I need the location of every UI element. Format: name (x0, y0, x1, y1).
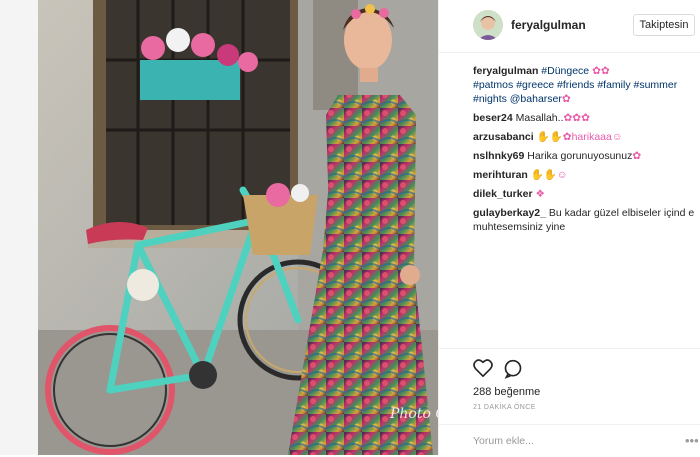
comment-username[interactable]: dilek_turker (473, 188, 533, 200)
caption-hashtags-line[interactable]: #patmos #greece #friends #family #summer (473, 79, 677, 91)
caption-username[interactable]: feryalgulman (473, 65, 538, 77)
comment-item: arzusabanci ✋✋✿harikaaa☺ (473, 130, 699, 144)
heart-icon[interactable] (473, 359, 493, 382)
likes-count[interactable]: 288 beğenme (473, 386, 540, 398)
comment-text: Harika gorunuyosunuz (527, 150, 633, 162)
avatar[interactable] (473, 10, 503, 40)
comment-emoji: ✿✿✿ (563, 112, 590, 124)
caption-hashtag[interactable]: #Düngece (541, 65, 589, 77)
comment-text: Masallah.. (515, 112, 564, 124)
comment-emoji: ✋✋☺ (530, 169, 568, 181)
comment-username[interactable]: arzusabanci (473, 131, 534, 143)
caption: feryalgulman #Düngece ✿✿ #patmos #greece… (473, 64, 699, 106)
comments-list: feryalgulman #Düngece ✿✿ #patmos #greece… (473, 64, 699, 239)
comment-item: nslhnky69 Harika gorunuyosunuz✿ (473, 149, 699, 163)
more-options-icon[interactable]: ••• (685, 433, 699, 448)
comment-username[interactable]: merihturan (473, 169, 528, 181)
comment-username[interactable]: gulayberkay2_ (473, 207, 546, 219)
comment-item: merihturan ✋✋☺ (473, 168, 699, 182)
comment-input[interactable]: Yorum ekle... (473, 435, 534, 447)
photo-illustration: Photo Gut (38, 0, 438, 455)
post-timestamp: 21 DAKİKA ÖNCE (473, 404, 536, 411)
caption-emoji: ✿✿ (592, 65, 610, 77)
caption-hashtags-line[interactable]: #nights @baharser (473, 93, 562, 105)
comment-username[interactable]: beser24 (473, 112, 513, 124)
post-actions: 288 beğenme 21 DAKİKA ÖNCE Yorum ekle...… (439, 348, 700, 449)
add-comment-bar: Yorum ekle... ••• (439, 424, 700, 457)
comment-item: beser24 Masallah..✿✿✿ (473, 111, 699, 125)
photo-watermark: Photo Gut (389, 406, 438, 422)
comment-icon[interactable] (503, 359, 523, 384)
comment-emoji: ✋✋✿harikaaa☺ (536, 131, 623, 143)
post-side-panel: feryalgulman Takiptesin feryalgulman #Dü… (438, 0, 700, 455)
comment-username[interactable]: nslhnky69 (473, 150, 524, 162)
comment-item: gulayberkay2_ Bu kadar güzel elbiseler i… (473, 206, 699, 234)
header-username[interactable]: feryalgulman (511, 18, 586, 32)
comment-emoji: ❖ (535, 188, 545, 200)
comment-item: dilek_turker ❖ (473, 187, 699, 201)
post-photo[interactable]: Photo Gut (38, 0, 438, 455)
left-gutter (0, 0, 38, 455)
caption-emoji: ✿ (561, 93, 571, 105)
post-header: feryalgulman Takiptesin (439, 0, 700, 53)
comment-emoji: ✿ (632, 150, 642, 162)
following-button[interactable]: Takiptesin (633, 14, 695, 36)
